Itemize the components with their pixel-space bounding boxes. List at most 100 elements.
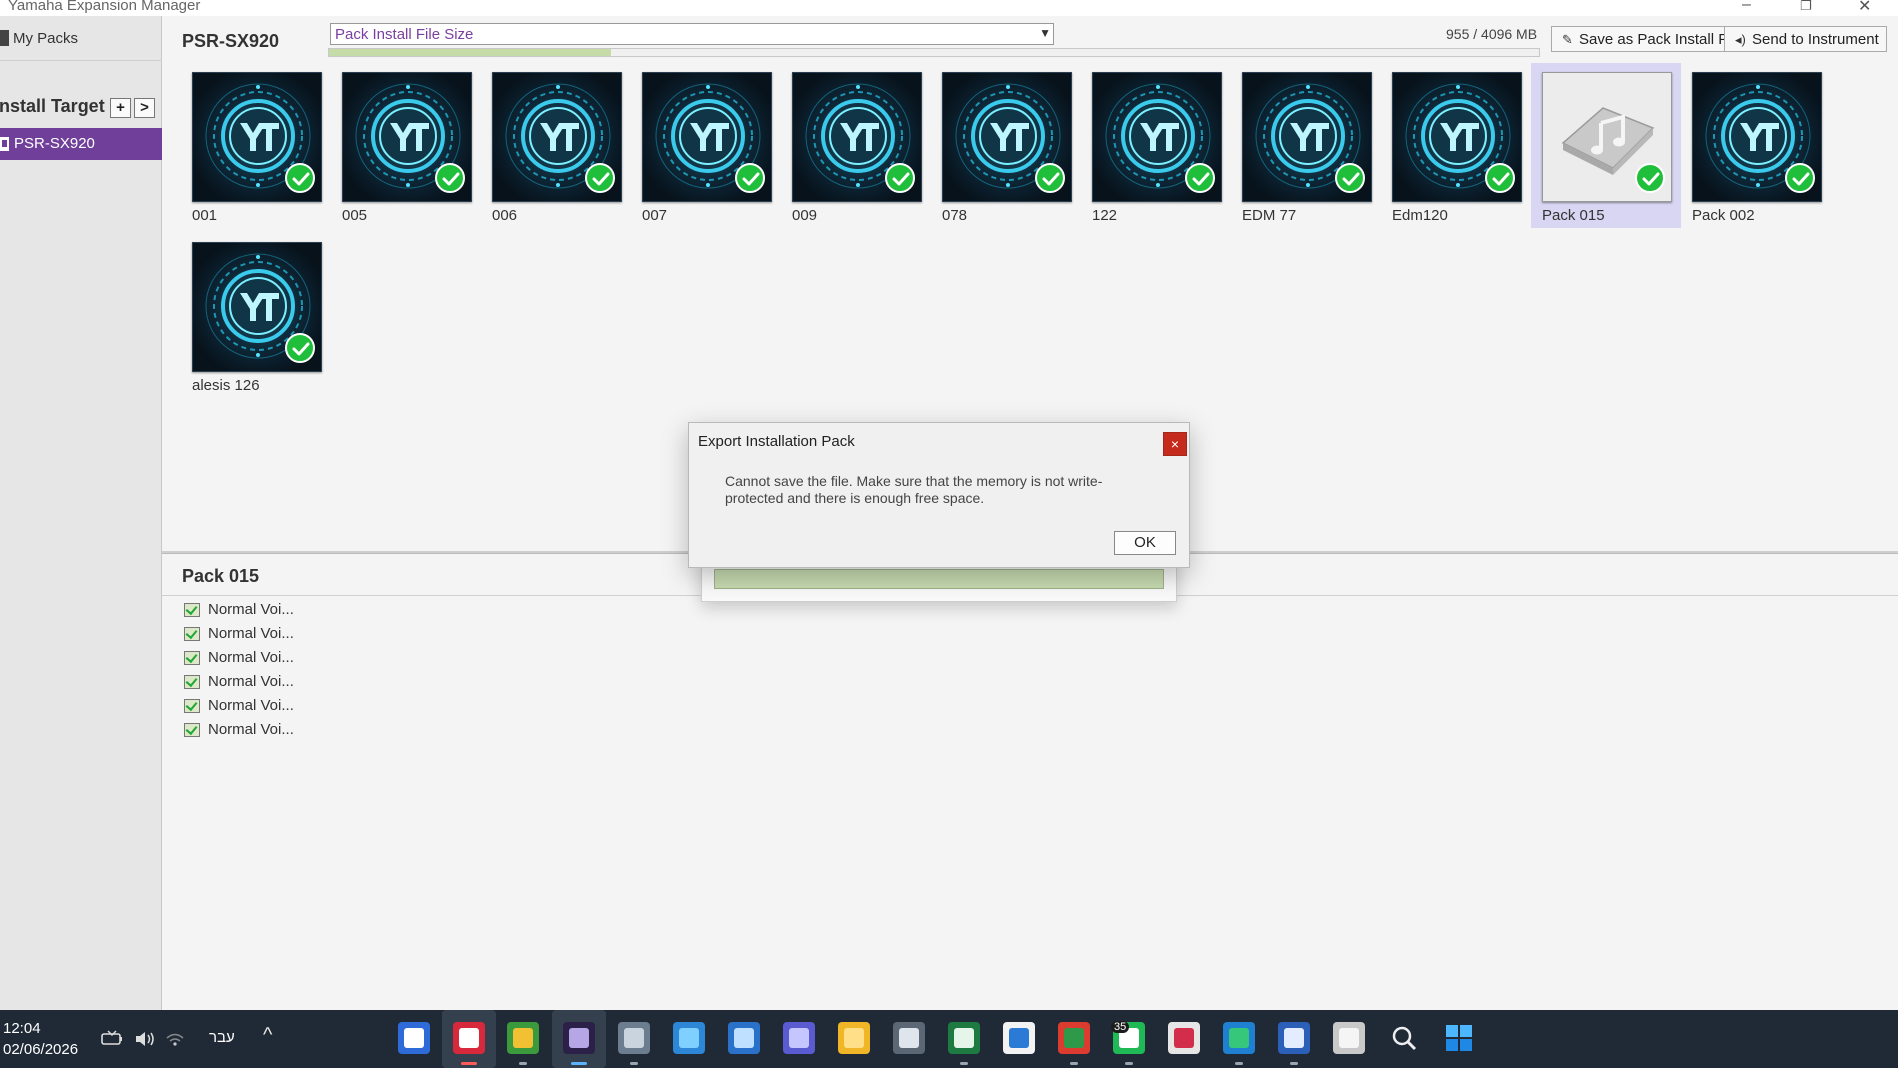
- my-packs-icon: [0, 30, 9, 46]
- target-label: PSR-SX920: [14, 135, 95, 152]
- app-glyph: [1284, 1028, 1304, 1048]
- dialog-close-button[interactable]: ×: [1163, 432, 1187, 456]
- pack-tile[interactable]: 005: [331, 63, 481, 228]
- export-progress-bar: [714, 569, 1164, 589]
- pack-tile[interactable]: Pack 002: [1681, 63, 1831, 228]
- app-glyph: [513, 1028, 533, 1048]
- edge-icon[interactable]: [1223, 1022, 1255, 1054]
- pack-name: 001: [192, 207, 218, 224]
- pack-tile[interactable]: 009: [781, 63, 931, 228]
- pack-tile[interactable]: alesis 126: [181, 233, 331, 398]
- running-indicator: [1235, 1062, 1243, 1065]
- window-title-bar: Yamaha Expansion Manager – ❐ ✕: [0, 0, 1898, 16]
- app-glyph: [1174, 1028, 1194, 1048]
- save-button-label: Save as Pack Install File: [1579, 31, 1724, 48]
- word-icon[interactable]: [1278, 1022, 1310, 1054]
- app-glyph: [404, 1028, 424, 1048]
- size-select-dropdown[interactable]: Pack Install File Size ▼: [330, 23, 1054, 45]
- installed-check-icon: [1035, 163, 1065, 193]
- excel-icon[interactable]: [948, 1022, 980, 1054]
- pack-tile[interactable]: 007: [631, 63, 781, 228]
- installed-check-icon: [285, 333, 315, 363]
- pack-name: 009: [792, 207, 818, 224]
- cubase-icon[interactable]: [398, 1022, 430, 1054]
- volume-icon[interactable]: [134, 1030, 156, 1048]
- save-pack-install-file-button[interactable]: ✎ Save as Pack Install File: [1551, 26, 1725, 52]
- settings-icon[interactable]: [618, 1022, 650, 1054]
- voice-check-icon: [184, 627, 200, 641]
- taskbar: 12:04 02/06/2026 עבר ^ 35: [0, 1010, 1898, 1068]
- app-glyph: [1009, 1028, 1029, 1048]
- file-explorer-icon[interactable]: [838, 1022, 870, 1054]
- app-glyph: [624, 1028, 644, 1048]
- list-item-label: Normal Voi...: [208, 697, 294, 714]
- teams-icon[interactable]: [783, 1022, 815, 1054]
- pack-name: 005: [342, 207, 368, 224]
- outlook-icon[interactable]: [728, 1022, 760, 1054]
- my-packs-item[interactable]: My Packs: [0, 26, 162, 52]
- pack-tile[interactable]: 001: [181, 63, 331, 228]
- list-item-label: Normal Voi...: [208, 673, 294, 690]
- clock-time[interactable]: 12:04: [3, 1020, 41, 1037]
- next-target-button[interactable]: >: [134, 98, 155, 118]
- installed-check-icon: [585, 163, 615, 193]
- pack-tile[interactable]: Pack 015: [1531, 63, 1681, 228]
- running-indicator: [1290, 1062, 1298, 1065]
- pack-name: 078: [942, 207, 968, 224]
- pack-tile[interactable]: Edm120: [1381, 63, 1531, 228]
- send-button-label: Send to Instrument: [1752, 31, 1879, 48]
- search-glyph: [1392, 1026, 1417, 1051]
- detail-pack-title: Pack 015: [182, 566, 260, 586]
- pack-tile[interactable]: 006: [481, 63, 631, 228]
- chrome-profile-icon[interactable]: [507, 1022, 539, 1054]
- installed-check-icon: [1185, 163, 1215, 193]
- voice-check-icon: [184, 699, 200, 713]
- installed-check-icon: [435, 163, 465, 193]
- pack-tile[interactable]: 122: [1081, 63, 1231, 228]
- ok-button[interactable]: OK: [1114, 531, 1176, 555]
- sidebar: My Packs Install Target + > PSR-SX920: [0, 16, 162, 1010]
- app-glyph: [569, 1028, 589, 1048]
- maximize-icon[interactable]: ❐: [1800, 0, 1812, 14]
- store-icon[interactable]: [1003, 1022, 1035, 1054]
- chrome-icon[interactable]: [1058, 1022, 1090, 1054]
- memory-usage-fill: [329, 49, 611, 56]
- installed-check-icon: [1335, 163, 1365, 193]
- battery-icon[interactable]: [100, 1028, 124, 1048]
- add-target-button[interactable]: +: [110, 98, 131, 118]
- pack-name: 007: [642, 207, 668, 224]
- language-indicator[interactable]: עבר: [209, 1029, 235, 1046]
- task-view-icon[interactable]: [1333, 1022, 1365, 1054]
- app-glyph: [734, 1028, 754, 1048]
- wifi-icon[interactable]: [165, 1030, 185, 1048]
- installed-check-icon: [1785, 163, 1815, 193]
- search-icon[interactable]: [1388, 1022, 1420, 1054]
- close-window-icon[interactable]: ✕: [1858, 0, 1871, 16]
- running-indicator: [630, 1062, 638, 1065]
- media-player-icon[interactable]: [453, 1022, 485, 1054]
- start-icon[interactable]: [1443, 1022, 1475, 1054]
- expansion-manager-icon[interactable]: [563, 1022, 595, 1054]
- pack-tile[interactable]: EDM 77: [1231, 63, 1381, 228]
- app-glyph: [844, 1028, 864, 1048]
- installed-check-icon: [1635, 163, 1665, 193]
- running-indicator: [519, 1062, 527, 1065]
- sidebar-item-psr-sx920[interactable]: PSR-SX920: [0, 128, 162, 160]
- dialog-message: Cannot save the file. Make sure that the…: [725, 473, 1103, 506]
- voice-check-icon: [184, 603, 200, 617]
- minimize-icon[interactable]: –: [1742, 0, 1751, 14]
- calculator-icon[interactable]: [893, 1022, 925, 1054]
- memory-usage-bar: [328, 48, 1540, 57]
- app-glyph: [1339, 1028, 1359, 1048]
- send-icon: ◂): [1735, 32, 1746, 47]
- pack-tile[interactable]: 078: [931, 63, 1081, 228]
- app-glyph: [899, 1028, 919, 1048]
- clock-date[interactable]: 02/06/2026: [3, 1041, 78, 1058]
- snipping-tool-icon[interactable]: [1168, 1022, 1200, 1054]
- pen-icon: ✎: [1562, 32, 1573, 47]
- pack-name: Edm120: [1392, 207, 1448, 224]
- installed-check-icon: [735, 163, 765, 193]
- chevron-up-icon[interactable]: ^: [263, 1024, 272, 1047]
- send-to-instrument-button[interactable]: ◂) Send to Instrument: [1724, 26, 1887, 52]
- photos-icon[interactable]: [673, 1022, 705, 1054]
